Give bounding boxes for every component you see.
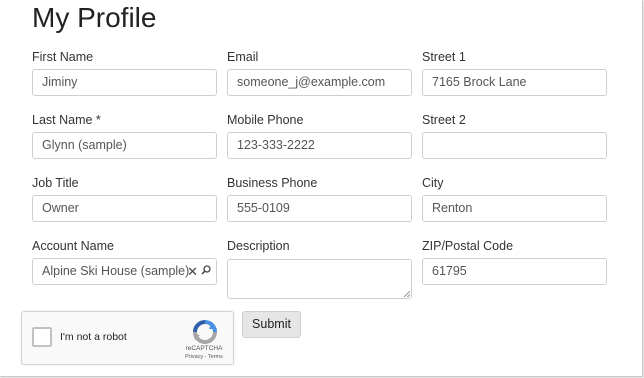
recaptcha-label: I'm not a robot [60, 331, 127, 343]
business-phone-field[interactable]: 555-0109 [227, 195, 412, 222]
zip-label: ZIP/Postal Code [422, 239, 514, 253]
city-label: City [422, 176, 444, 190]
street1-label: Street 1 [422, 50, 466, 64]
submit-button[interactable]: Submit [242, 311, 301, 338]
job-title-field[interactable]: Owner [32, 195, 217, 222]
email-field[interactable]: someone_j@example.com [227, 69, 412, 96]
recaptcha-checkbox[interactable] [32, 327, 52, 347]
street2-field[interactable] [422, 132, 607, 159]
description-label: Description [227, 239, 290, 253]
business-phone-label: Business Phone [227, 176, 318, 190]
close-icon[interactable]: ✕ [187, 265, 198, 278]
street1-field[interactable]: 7165 Brock Lane [422, 69, 607, 96]
email-label: Email [227, 50, 259, 64]
recaptcha-privacy-terms-links[interactable]: Privacy - Terms [170, 354, 238, 360]
mobile-phone-label: Mobile Phone [227, 113, 304, 127]
mobile-phone-field[interactable]: 123-333-2222 [227, 132, 412, 159]
resize-grip-icon[interactable] [404, 291, 410, 297]
search-icon[interactable] [201, 259, 211, 284]
last-name-label: Last Name * [32, 113, 101, 127]
last-name-field[interactable]: Glynn (sample) [32, 132, 217, 159]
street2-label: Street 2 [422, 113, 466, 127]
account-name-label: Account Name [32, 239, 114, 253]
zip-field[interactable]: 61795 [422, 258, 607, 285]
description-textarea[interactable] [227, 259, 412, 299]
account-lookup-controls: ✕ [187, 259, 211, 284]
city-field[interactable]: Renton [422, 195, 607, 222]
first-name-label: First Name [32, 50, 94, 64]
job-title-label: Job Title [32, 176, 79, 190]
first-name-field[interactable]: Jiminy [32, 69, 217, 96]
recaptcha-logo-icon [193, 320, 217, 344]
recaptcha-widget: I'm not a robot reCAPTCHA Privacy - Term… [21, 311, 234, 365]
recaptcha-brand: reCAPTCHA [185, 345, 223, 352]
account-name-value: Alpine Ski House (sample) [42, 264, 190, 278]
page-title: My Profile [32, 2, 157, 33]
account-name-field[interactable]: Alpine Ski House (sample) ✕ [32, 258, 217, 285]
